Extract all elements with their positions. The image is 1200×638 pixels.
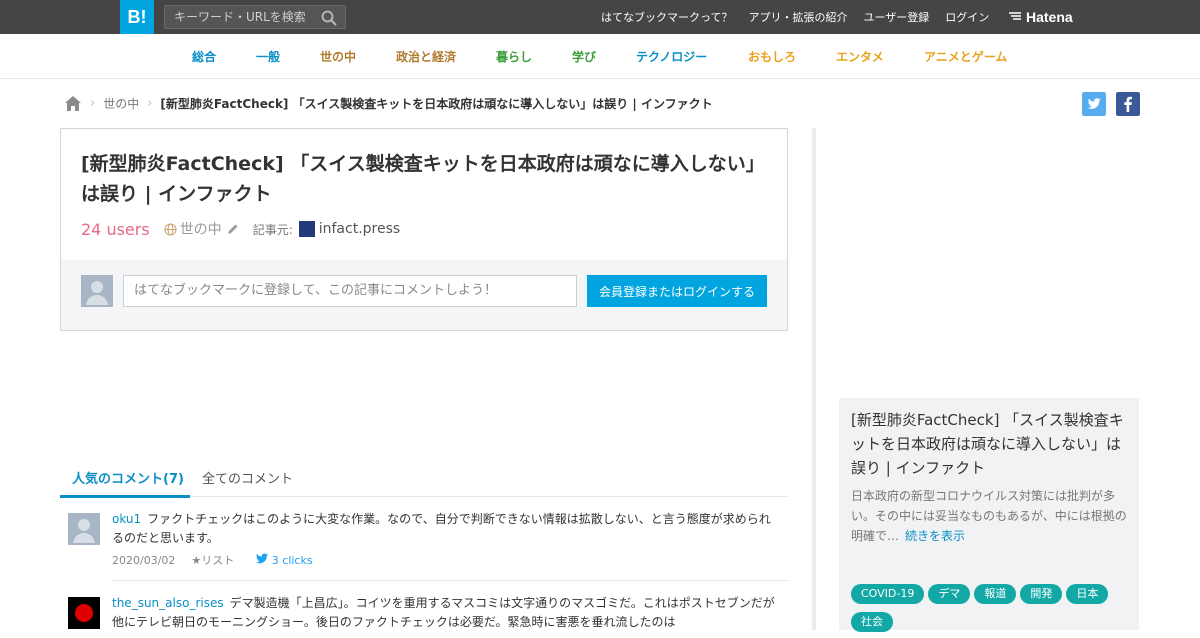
category-life[interactable]: 暮らし	[496, 48, 532, 65]
pencil-icon[interactable]	[226, 223, 239, 236]
summary-title[interactable]: [新型肺炎FactCheck] 「スイス製検査キットを日本政府は頑なに導入しない…	[851, 408, 1131, 480]
comment-username[interactable]: the_sun_also_rises	[112, 596, 224, 610]
category-fun[interactable]: おもしろ	[748, 48, 796, 65]
facebook-share-icon[interactable]	[1116, 92, 1140, 116]
red-sun-avatar-icon	[75, 604, 93, 622]
chevron-right-icon: ›	[90, 95, 96, 111]
list-link[interactable]: リスト	[201, 552, 234, 568]
entry-meta: 24 users 世の中 記事元: infact.press	[81, 217, 400, 241]
column-divider	[812, 128, 816, 630]
entry-category-label: 世の中	[179, 222, 222, 238]
twitter-icon	[256, 553, 269, 564]
hatena-brand-label: Hatena	[1026, 9, 1073, 25]
comment-input[interactable]: はてなブックマークに登録して、この記事にコメントしよう！	[123, 275, 577, 307]
signup-login-button[interactable]: 会員登録またはログインする	[587, 275, 767, 307]
hatena-bookmark-logo[interactable]: B!	[120, 0, 154, 34]
breadcrumb-category[interactable]: 世の中	[103, 95, 139, 112]
category-game[interactable]: アニメとゲーム	[924, 48, 1007, 65]
login-link[interactable]: ログイン	[945, 9, 989, 25]
avatar	[81, 275, 113, 307]
category-general[interactable]: 一般	[256, 48, 280, 65]
category-knowledge[interactable]: 学び	[572, 48, 596, 65]
home-icon[interactable]	[64, 95, 82, 112]
tag[interactable]: 社会	[851, 612, 893, 632]
comment-meta: 2020/03/02 ★ リスト 3 clicks	[112, 552, 313, 568]
entry-title[interactable]: [新型肺炎FactCheck] 「スイス製検査キットを日本政府は頑なに導入しない…	[81, 149, 771, 209]
entry-card: [新型肺炎FactCheck] 「スイス製検査キットを日本政府は頑なに導入しない…	[60, 128, 788, 331]
twitter-share-icon[interactable]	[1082, 92, 1106, 116]
avatar[interactable]	[68, 597, 100, 629]
entry-category[interactable]: 世の中	[164, 219, 239, 239]
show-more-link[interactable]: 続きを表示	[905, 529, 965, 543]
breadcrumb: › 世の中 › [新型肺炎FactCheck] 「スイス製検査キットを日本政府は…	[64, 93, 713, 113]
chevron-right-icon: ›	[147, 95, 153, 111]
category-nav: 総合 一般 世の中 政治と経済 暮らし 学び テクノロジー おもしろ エンタメ …	[0, 34, 1200, 79]
comment-username[interactable]: oku1	[112, 512, 141, 526]
tag[interactable]: 日本	[1066, 584, 1109, 604]
source-link[interactable]: infact.press	[319, 221, 400, 237]
category-it[interactable]: テクノロジー	[636, 48, 707, 65]
comment-text: ファクトチェックはこのように大変な作業。なので、自分で判断できない情報は拡散しな…	[112, 512, 771, 545]
user-placeholder-icon	[73, 519, 95, 543]
tab-all-comments[interactable]: 全てのコメント	[202, 468, 293, 487]
hatena-mark-icon	[1009, 12, 1021, 20]
clicks-count: 3 clicks	[271, 554, 313, 567]
bookmark-users-count[interactable]: 24 users	[81, 220, 150, 239]
comment-body: the_sun_also_rises デマ製造機「上昌広」。コイツを重用するマスコ…	[112, 594, 782, 632]
search-input[interactable]	[165, 6, 315, 28]
globe-icon	[164, 223, 177, 235]
apps-link[interactable]: アプリ・拡張の紹介	[748, 9, 847, 25]
top-nav: はてなブックマークって？ アプリ・拡張の紹介 ユーザー登録 ログイン	[585, 0, 989, 34]
star-icon[interactable]: ★	[191, 554, 201, 567]
tag[interactable]: COVID-19	[851, 584, 925, 604]
twitter-clicks[interactable]: 3 clicks	[256, 553, 313, 567]
search-box[interactable]	[164, 5, 346, 29]
summary-description: 日本政府の新型コロナウイルス対策には批判が多い。その中には妥当なものもあるが、中…	[851, 486, 1131, 546]
entry-summary-panel: [新型肺炎FactCheck] 「スイス製検査キットを日本政府は頑なに導入しない…	[839, 398, 1139, 632]
category-economics[interactable]: 政治と経済	[396, 48, 456, 65]
divider	[112, 580, 788, 581]
category-social[interactable]: 世の中	[320, 48, 356, 65]
comment-box: はてなブックマークに登録して、この記事にコメントしよう！ 会員登録またはログイン…	[61, 260, 787, 330]
breadcrumb-current: [新型肺炎FactCheck] 「スイス製検査キットを日本政府は頑なに導入しない…	[160, 96, 713, 111]
comment-date[interactable]: 2020/03/02	[112, 554, 175, 567]
top-bar: B! はてなブックマークって？ アプリ・拡張の紹介 ユーザー登録 ログイン Ha…	[0, 0, 1200, 34]
category-entertainment[interactable]: エンタメ	[836, 48, 884, 65]
site-favicon	[298, 221, 315, 237]
avatar[interactable]	[68, 513, 100, 545]
search-icon[interactable]	[321, 10, 337, 26]
tab-popular-comments[interactable]: 人気のコメント(7)	[60, 468, 190, 498]
about-link[interactable]: はてなブックマークって？	[601, 9, 732, 25]
category-general-all[interactable]: 総合	[192, 48, 216, 65]
hatena-brand[interactable]: Hatena	[1008, 0, 1073, 34]
summary-text: 日本政府の新型コロナウイルス対策には批判が多い。その中には妥当なものもあるが、中…	[851, 489, 1127, 543]
tag[interactable]: 報道	[974, 584, 1017, 604]
tag[interactable]: 開発	[1020, 584, 1063, 604]
signup-link[interactable]: ユーザー登録	[863, 9, 929, 25]
comment-body: oku1 ファクトチェックはこのように大変な作業。なので、自分で判断できない情報は…	[112, 510, 782, 548]
comment-tabs: 人気のコメント(7) 全てのコメント	[60, 462, 788, 498]
source-label: 記事元:	[252, 222, 293, 237]
tag[interactable]: デマ	[928, 584, 971, 604]
user-placeholder-icon	[86, 281, 108, 305]
